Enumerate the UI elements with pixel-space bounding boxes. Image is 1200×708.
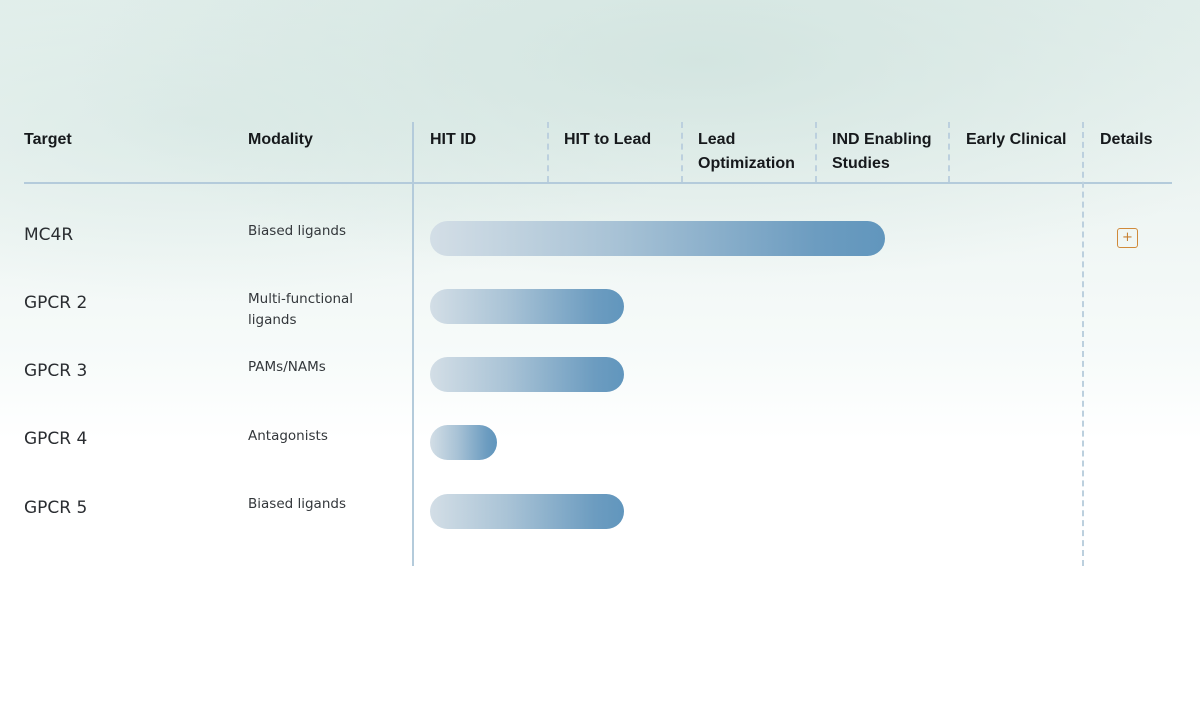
header-phase-early-clinical: Early Clinical (966, 131, 1067, 148)
progress-bar (430, 494, 624, 529)
row-target: GPCR 5 (24, 498, 88, 518)
details-column-divider (1082, 122, 1084, 566)
plus-icon: + (1122, 230, 1133, 245)
row-target: GPCR 3 (24, 361, 88, 381)
row-target: MC4R (24, 225, 74, 245)
header-phase-lead-optimization: Lead Optimization (698, 131, 795, 172)
row-target: GPCR 2 (24, 293, 88, 313)
row-modality: PAMs/NAMs (248, 359, 326, 375)
header-target: Target (24, 131, 72, 148)
progress-bar (430, 425, 497, 460)
progress-bar (430, 289, 624, 324)
header-phase-hit-to-lead: HIT to Lead (564, 131, 652, 148)
phase-separator (547, 122, 549, 182)
progress-bar (430, 357, 624, 392)
header-phase-ind-enabling: IND Enabling Studies (832, 131, 932, 172)
phase-separator (815, 122, 817, 182)
progress-bar (430, 221, 885, 256)
details-expand-button[interactable]: + (1117, 228, 1138, 248)
row-modality: Antagonists (248, 428, 328, 444)
header-details: Details (1100, 131, 1153, 148)
header-divider (24, 182, 1172, 184)
phase-column-divider (412, 122, 414, 566)
row-target: GPCR 4 (24, 429, 88, 449)
header-phase-hit-id: HIT ID (430, 131, 477, 148)
pipeline-table: Target Modality HIT ID HIT to Lead Lead … (0, 0, 1200, 708)
row-modality: Biased ligands (248, 496, 346, 512)
phase-separator (681, 122, 683, 182)
row-modality: Multi-functional ligands (248, 291, 354, 328)
phase-separator (948, 122, 950, 182)
row-modality: Biased ligands (248, 223, 346, 239)
header-modality: Modality (248, 131, 313, 148)
